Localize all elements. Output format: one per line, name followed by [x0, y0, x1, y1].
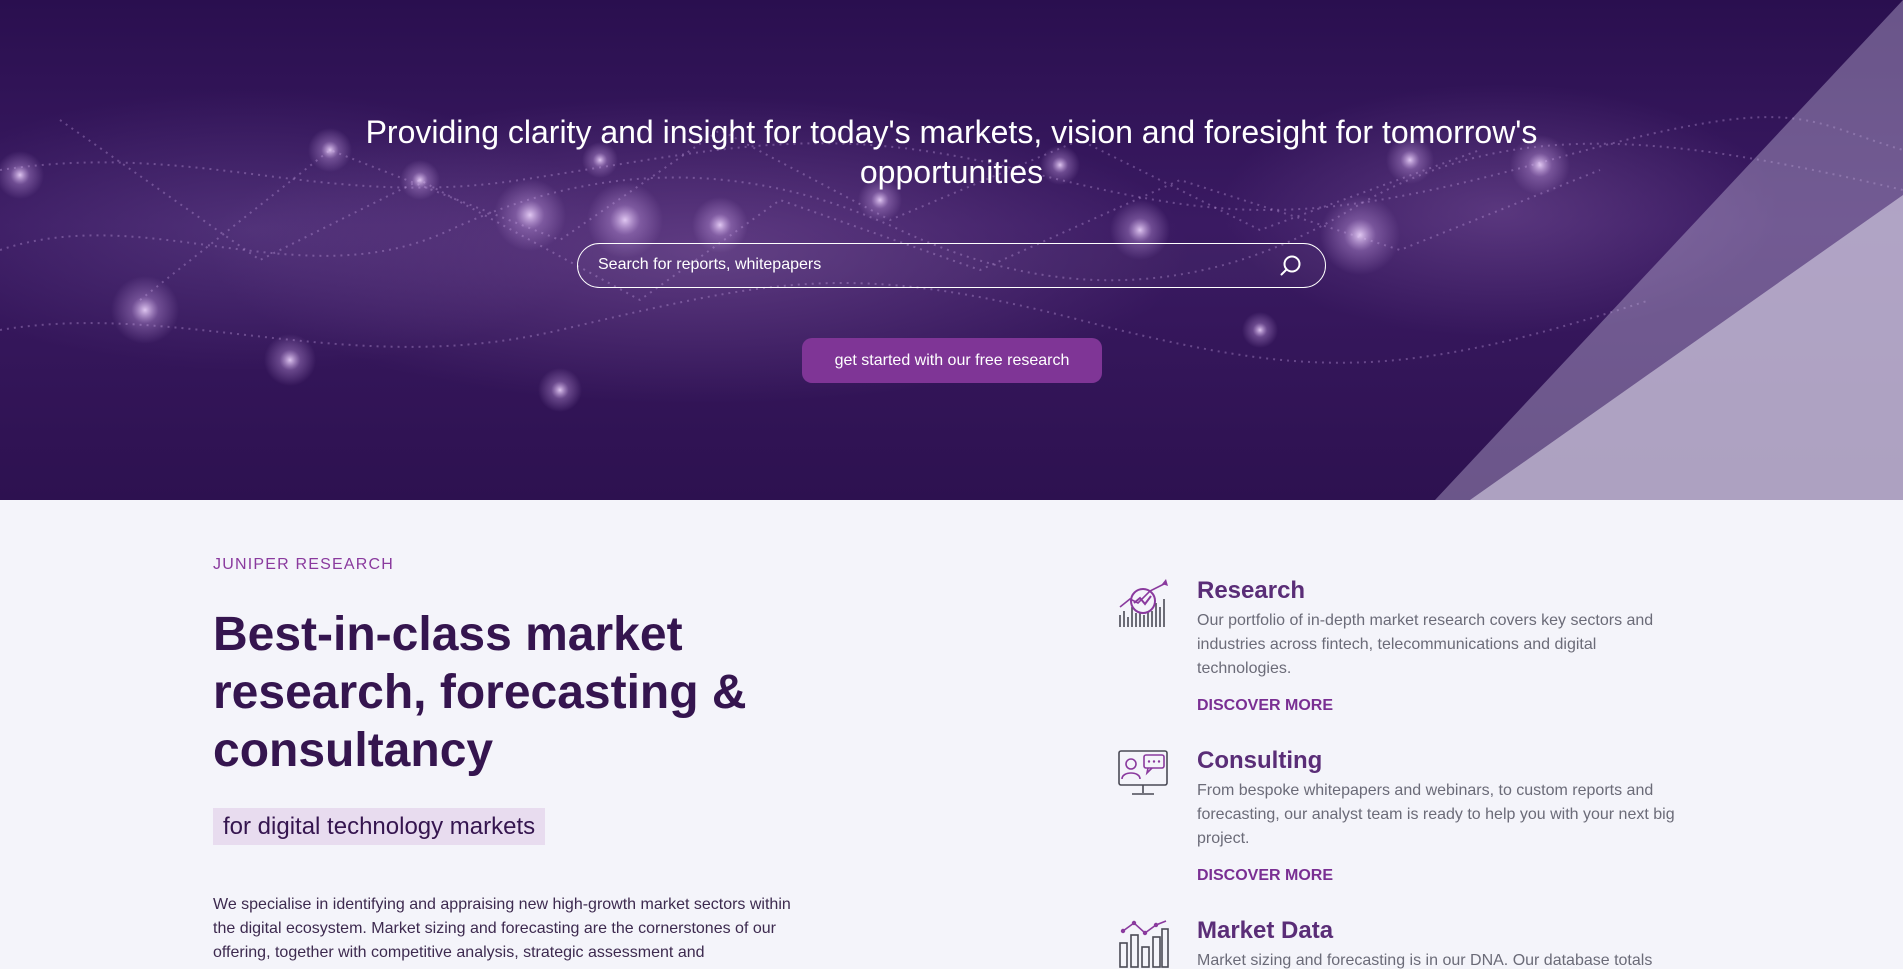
section-headline: Best-in-class market research, forecasti…	[213, 608, 747, 777]
section-eyebrow: JUNIPER RESEARCH	[213, 556, 395, 573]
service-title: Market Data	[1197, 917, 1334, 944]
service-market-data: Market Data Market sizing and forecastin…	[1116, 917, 1696, 969]
service-consulting: Consulting From bespoke whitepapers and …	[1116, 747, 1696, 897]
free-research-button[interactable]: get started with our free research	[802, 338, 1102, 383]
intro-paragraph: We specialise in identifying and apprais…	[213, 896, 791, 961]
consulting-monitor-icon	[1118, 750, 1168, 795]
search-input[interactable]	[598, 244, 1238, 286]
market-data-bars-icon	[1119, 920, 1169, 968]
service-description: From bespoke whitepapers and webinars, t…	[1197, 782, 1675, 847]
hero-title: Providing clarity and insight for today'…	[365, 114, 1538, 190]
service-title: Consulting	[1197, 747, 1323, 774]
search-icon[interactable]	[1279, 254, 1303, 278]
service-description: Market sizing and forecasting is in our …	[1197, 952, 1653, 969]
consulting-discover-more-link[interactable]: DISCOVER MORE	[1197, 867, 1333, 885]
hero-banner: Providing clarity and insight for today'…	[0, 0, 1903, 500]
service-description: Our portfolio of in-depth market researc…	[1197, 612, 1654, 677]
research-chart-icon	[1119, 579, 1168, 627]
service-title: Research	[1197, 577, 1306, 604]
research-discover-more-link[interactable]: DISCOVER MORE	[1197, 697, 1333, 715]
highlight-tag: for digital technology markets	[213, 808, 546, 845]
search-bar[interactable]	[577, 243, 1326, 288]
service-research: Research Our portfolio of in-depth marke…	[1116, 577, 1696, 727]
